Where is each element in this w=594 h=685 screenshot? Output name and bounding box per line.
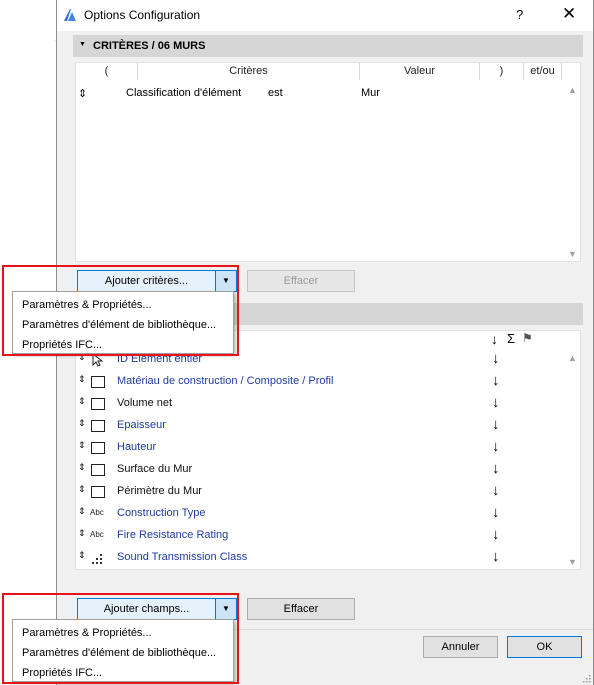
field-label: Construction Type xyxy=(117,507,206,519)
rectangle-icon xyxy=(91,398,105,410)
sort-arrow-icon[interactable]: ↓ xyxy=(492,372,500,389)
field-label: Epaisseur xyxy=(117,419,166,431)
field-row[interactable]: ⇕ Matériau de construction / Composite /… xyxy=(76,371,580,393)
row-reorder-icon[interactable]: ⇕ xyxy=(78,87,87,100)
cancel-button[interactable]: Annuler xyxy=(423,636,498,658)
sort-arrow-icon[interactable]: ↓ xyxy=(492,460,500,477)
dots-icon xyxy=(92,554,102,564)
rectangle-icon xyxy=(91,442,105,454)
app-logo-icon xyxy=(64,9,76,21)
reorder-icon[interactable]: ⇕ xyxy=(78,484,86,495)
field-row[interactable]: ⇕ Volume net ↓ xyxy=(76,393,580,415)
reorder-icon[interactable]: ⇕ xyxy=(78,374,86,385)
field-row[interactable]: ⇕ Abc Fire Resistance Rating ↓ xyxy=(76,525,580,547)
abc-icon: Abc xyxy=(90,530,104,539)
criterion-value[interactable]: Mur xyxy=(361,87,380,99)
highlight-box-criteria xyxy=(2,265,239,356)
reorder-icon[interactable]: ⇕ xyxy=(78,528,86,539)
reorder-icon[interactable]: ⇕ xyxy=(78,440,86,451)
col-close-paren: ) xyxy=(480,63,524,80)
field-row[interactable]: ⇕ Hauteur ↓ xyxy=(76,437,580,459)
highlight-box-fields xyxy=(2,593,239,684)
reorder-icon[interactable]: ⇕ xyxy=(78,506,86,517)
scroll-down-icon[interactable]: ▼ xyxy=(568,249,577,259)
col-value: Valeur xyxy=(360,63,480,80)
resize-grip-icon[interactable] xyxy=(581,673,591,683)
rectangle-icon xyxy=(91,376,105,388)
reorder-icon[interactable]: ⇕ xyxy=(78,550,86,561)
window-title: Options Configuration xyxy=(84,8,201,22)
field-label: Matériau de construction / Composite / P… xyxy=(117,375,334,387)
sort-arrow-icon[interactable]: ↓ xyxy=(492,548,500,565)
reorder-icon[interactable]: ⇕ xyxy=(78,418,86,429)
title-bar: Options Configuration ? ✕ xyxy=(57,0,593,31)
col-open-paren: ( xyxy=(76,63,138,80)
sum-column-icon[interactable]: Σ xyxy=(507,331,515,346)
col-criteria: Critères xyxy=(138,63,360,80)
criterion-operator[interactable]: est xyxy=(268,87,283,99)
criteria-section-header[interactable]: ▼ CRITÈRES / 06 MURS xyxy=(73,35,583,57)
criteria-section-title: CRITÈRES / 06 MURS xyxy=(93,40,206,52)
expand-triangle-icon: ▼ xyxy=(79,41,86,48)
help-button[interactable]: ? xyxy=(516,7,523,22)
sort-arrow-icon[interactable]: ↓ xyxy=(492,482,500,499)
sort-arrow-icon[interactable]: ↓ xyxy=(492,504,500,521)
reorder-icon[interactable]: ⇕ xyxy=(78,396,86,407)
clear-criteria-button: Effacer xyxy=(247,270,355,292)
sort-arrow-icon[interactable]: ↓ xyxy=(492,394,500,411)
flag-column-icon[interactable]: ⚑ xyxy=(522,331,533,345)
close-button[interactable]: ✕ xyxy=(562,4,576,24)
criterion-name[interactable]: Classification d'élément xyxy=(126,87,241,99)
rectangle-icon xyxy=(91,464,105,476)
field-label: Hauteur xyxy=(117,441,157,453)
clear-fields-button[interactable]: Effacer xyxy=(247,598,355,620)
field-row[interactable]: ⇕ Surface du Mur ↓ xyxy=(76,459,580,481)
rectangle-icon xyxy=(91,420,105,432)
criteria-table: ( Critères Valeur ) et/ou ⇕ Classificati… xyxy=(75,62,581,262)
col-and-or: et/ou xyxy=(524,63,562,80)
field-row[interactable]: ⇕ Abc Construction Type ↓ xyxy=(76,503,580,525)
rectangle-icon xyxy=(91,486,105,498)
abc-icon: Abc xyxy=(90,508,104,517)
field-label: Surface du Mur xyxy=(117,463,193,475)
scroll-up-icon[interactable]: ▲ xyxy=(568,85,577,95)
field-row[interactable]: ⇕ Sound Transmission Class ↓ xyxy=(76,547,580,569)
sort-arrow-icon[interactable]: ↓ xyxy=(492,350,500,367)
sort-column-icon[interactable]: ↓ xyxy=(491,331,498,347)
field-label: Volume net xyxy=(117,397,173,409)
reorder-icon[interactable]: ⇕ xyxy=(78,462,86,473)
field-label: Sound Transmission Class xyxy=(117,551,248,563)
field-label: Périmètre du Mur xyxy=(117,485,202,497)
fields-table: ↓ Σ ⚑ ▲ ▼ ⇕ ID Elément entier ↓ ⇕ Matéri… xyxy=(75,330,581,570)
sort-arrow-icon[interactable]: ↓ xyxy=(492,416,500,433)
sort-arrow-icon[interactable]: ↓ xyxy=(492,438,500,455)
field-label: Fire Resistance Rating xyxy=(117,529,229,541)
field-row[interactable]: ⇕ Epaisseur ↓ xyxy=(76,415,580,437)
sort-arrow-icon[interactable]: ↓ xyxy=(492,526,500,543)
ok-button[interactable]: OK xyxy=(507,636,582,658)
field-row[interactable]: ⇕ Périmètre du Mur ↓ xyxy=(76,481,580,503)
